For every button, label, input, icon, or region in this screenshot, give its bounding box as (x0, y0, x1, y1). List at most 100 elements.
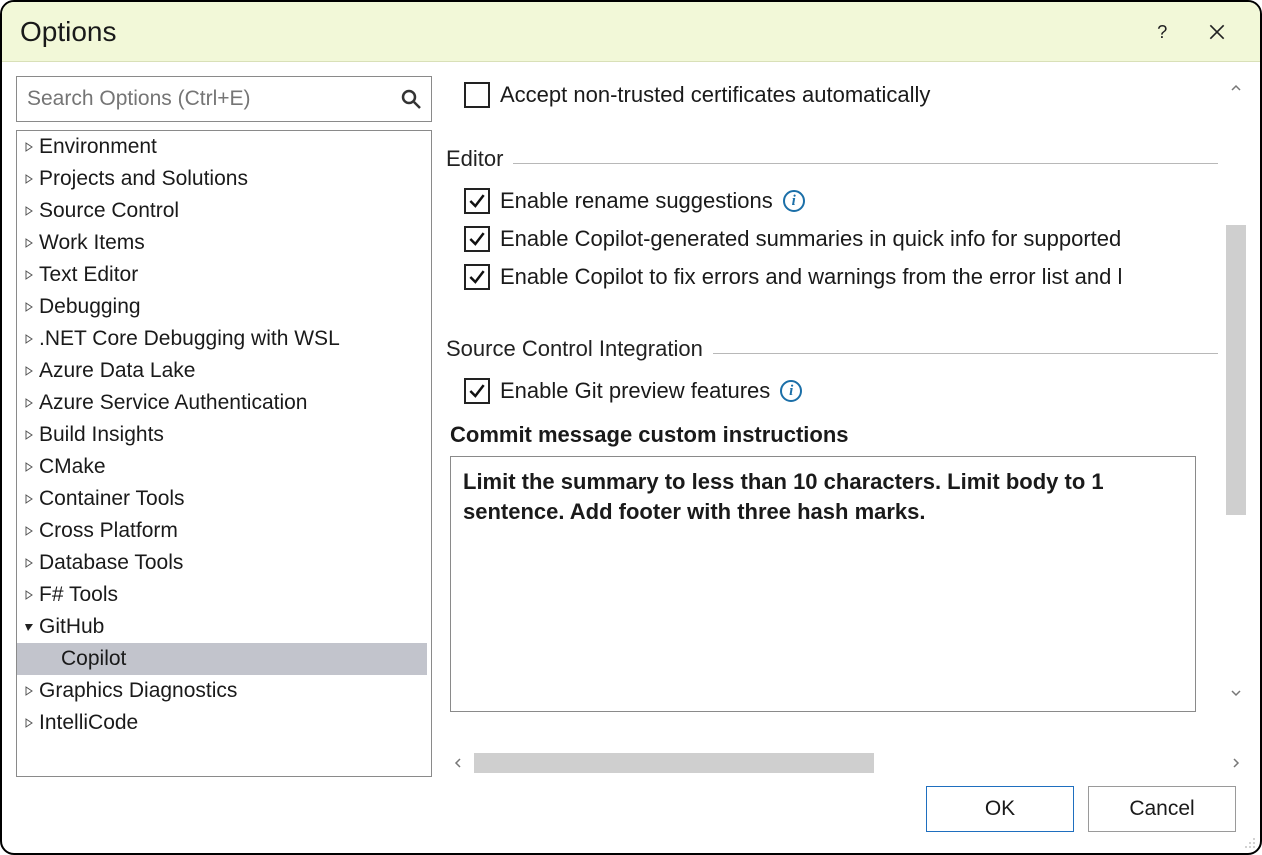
scroll-thumb[interactable] (474, 753, 874, 773)
checkbox-icon (464, 188, 490, 214)
info-icon[interactable] (780, 380, 802, 402)
tree-item[interactable]: Database Tools (17, 547, 427, 579)
tree-item[interactable]: Cross Platform (17, 515, 427, 547)
checkbox-icon (464, 82, 490, 108)
tree-item-label: Work Items (39, 231, 145, 255)
options-content: Accept non-trusted certificates automati… (446, 76, 1248, 724)
options-tree[interactable]: Environment Projects and Solutions Source … (16, 130, 432, 777)
chevron-right-icon (23, 231, 39, 255)
tree-item-child[interactable]: Copilot (17, 643, 427, 675)
divider (513, 163, 1218, 164)
check-git-preview[interactable]: Enable Git preview features (446, 372, 1218, 410)
tree-item[interactable]: Work Items (17, 227, 427, 259)
tree-item-label: Cross Platform (39, 519, 178, 543)
tree-item-label: Database Tools (39, 551, 183, 575)
tree-item-label: IntelliCode (39, 711, 138, 735)
tree-item[interactable]: Environment (17, 131, 427, 163)
checkbox-icon (464, 264, 490, 290)
scroll-track[interactable] (1224, 100, 1248, 681)
chevron-right-icon (23, 551, 39, 575)
tree-item[interactable]: IntelliCode (17, 707, 427, 739)
tree-item[interactable]: Text Editor (17, 259, 427, 291)
dialog-footer: OK Cancel (2, 781, 1260, 853)
help-icon: ? (1153, 22, 1173, 42)
scroll-right-icon[interactable] (1224, 751, 1248, 775)
chevron-right-icon (23, 583, 39, 607)
commit-instructions-heading: Commit message custom instructions (446, 410, 1218, 456)
tree-item[interactable]: .NET Core Debugging with WSL (17, 323, 427, 355)
scroll-track[interactable] (474, 753, 1220, 773)
checkbox-icon (464, 378, 490, 404)
tree-item-label: Azure Data Lake (39, 359, 195, 383)
scroll-up-icon[interactable] (1224, 76, 1248, 100)
tree-item[interactable]: CMake (17, 451, 427, 483)
scroll-thumb[interactable] (1226, 225, 1246, 515)
right-content-scroll: Accept non-trusted certificates automati… (446, 76, 1248, 745)
titlebar: Options ? (2, 2, 1260, 62)
horizontal-scrollbar[interactable] (446, 749, 1248, 777)
tree-item-label: Environment (39, 135, 157, 159)
chevron-right-icon (23, 391, 39, 415)
tree-item[interactable]: Graphics Diagnostics (17, 675, 427, 707)
tree-item-label: CMake (39, 455, 106, 479)
vertical-scrollbar[interactable] (1224, 76, 1248, 705)
search-input[interactable] (27, 87, 399, 111)
right-panel: Accept non-trusted certificates automati… (440, 76, 1248, 777)
tree-item[interactable]: Azure Service Authentication (17, 387, 427, 419)
divider (713, 353, 1218, 354)
resize-grip-icon[interactable] (1240, 833, 1256, 849)
chevron-right-icon (23, 455, 39, 479)
tree-item-label: F# Tools (39, 583, 118, 607)
chevron-right-icon (23, 679, 39, 703)
chevron-right-icon (23, 487, 39, 511)
tree-item[interactable]: Debugging (17, 291, 427, 323)
ok-button[interactable]: OK (926, 786, 1074, 832)
help-button[interactable]: ? (1136, 11, 1190, 53)
tree-item-label: Text Editor (39, 263, 138, 287)
check-label: Accept non-trusted certificates automati… (500, 82, 930, 108)
options-dialog: Options ? Environment Projects and Soluti… (0, 0, 1262, 855)
tree-item[interactable]: Build Insights (17, 419, 427, 451)
dialog-body: Environment Projects and Solutions Source … (2, 62, 1260, 781)
tree-item[interactable]: Source Control (17, 195, 427, 227)
chevron-right-icon (23, 359, 39, 383)
tree-item-label: Build Insights (39, 423, 164, 447)
check-accept-certs[interactable]: Accept non-trusted certificates automati… (446, 76, 1218, 114)
tree-item[interactable]: Projects and Solutions (17, 163, 427, 195)
chevron-right-icon (23, 327, 39, 351)
chevron-right-icon (23, 711, 39, 735)
group-legend: Editor (446, 146, 503, 176)
check-row[interactable]: Enable Copilot to fix errors and warning… (446, 258, 1218, 296)
chevron-right-icon (23, 199, 39, 223)
tree-item[interactable]: Azure Data Lake (17, 355, 427, 387)
checkbox-icon (464, 226, 490, 252)
check-row[interactable]: Enable rename suggestions (446, 182, 1218, 220)
commit-instructions-textarea[interactable]: Limit the summary to less than 10 charac… (450, 456, 1196, 712)
chevron-right-icon (23, 295, 39, 319)
tree-item-label: Azure Service Authentication (39, 391, 308, 415)
chevron-right-icon (23, 263, 39, 287)
check-label: Enable Copilot to fix errors and warning… (500, 264, 1122, 290)
scroll-left-icon[interactable] (446, 751, 470, 775)
tree-item-label: Copilot (61, 647, 126, 671)
tree-item-label: Source Control (39, 199, 179, 223)
tree-item[interactable]: F# Tools (17, 579, 427, 611)
search-box[interactable] (16, 76, 432, 122)
chevron-right-icon (23, 519, 39, 543)
chevron-right-icon (23, 167, 39, 191)
cancel-button[interactable]: Cancel (1088, 786, 1236, 832)
tree-item-label: GitHub (39, 615, 104, 639)
info-icon[interactable] (783, 190, 805, 212)
chevron-right-icon (23, 423, 39, 447)
check-label: Enable rename suggestions (500, 188, 773, 214)
close-button[interactable] (1190, 11, 1244, 53)
tree-item-label: Debugging (39, 295, 141, 319)
tree-item[interactable]: GitHub (17, 611, 427, 643)
scroll-down-icon[interactable] (1224, 681, 1248, 705)
tree-item[interactable]: Container Tools (17, 483, 427, 515)
check-row[interactable]: Enable Copilot-generated summaries in qu… (446, 220, 1218, 258)
check-label: Enable Copilot-generated summaries in qu… (500, 226, 1121, 252)
dialog-title: Options (20, 16, 1136, 48)
group-editor: Editor Enable rename suggestions Enable … (446, 128, 1218, 304)
chevron-down-icon (23, 615, 39, 639)
